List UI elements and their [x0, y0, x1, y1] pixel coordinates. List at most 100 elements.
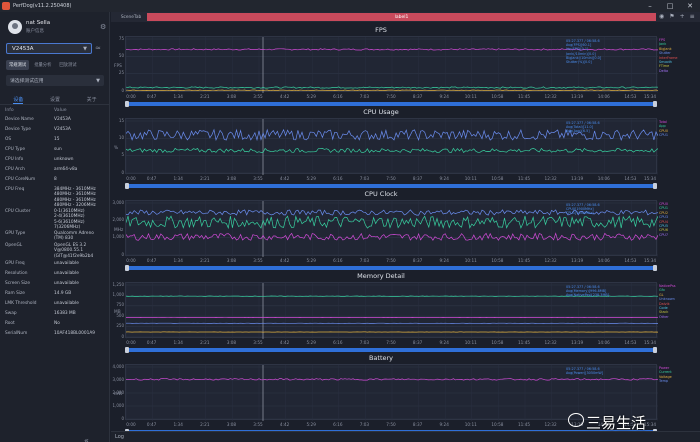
x-tick-label: 14:06 — [597, 94, 610, 99]
x-tick-label: 1:34 — [173, 422, 183, 427]
x-tick-label: 5:29 — [306, 340, 316, 345]
close-button[interactable]: ✕ — [680, 0, 700, 12]
user-block[interactable]: nat Sella 账户信息 ⚙ — [4, 18, 106, 40]
main-area: SceneTab label1 ◉ ⚑ + ≡ FPS FPS 75 50 25 0 05:… — [111, 12, 700, 442]
tab-settings[interactable]: 设置 — [50, 93, 60, 104]
legend-item[interactable]: CPU1 — [659, 133, 699, 137]
tab-replay-test[interactable]: 回放测试 — [56, 60, 79, 70]
y-tick-label: 500 — [116, 312, 124, 318]
x-axis: 0:00 0:47 1:34 2:21 3:08 3:55 4:42 5:29 6:16 7:03… — [125, 340, 657, 346]
x-tick-label: 7:50 — [386, 422, 396, 427]
wifi-icon[interactable]: ≈ — [95, 44, 101, 52]
settings-gear-icon[interactable]: ⚙ — [100, 23, 106, 31]
x-tick-label: 10:11 — [464, 340, 477, 345]
chart-title: CPU Clock — [364, 190, 398, 198]
plot-area[interactable]: 05:27.377 / 06:58.6 Avg(Memory)[996.8MB] A… — [125, 282, 658, 339]
collapse-panel-icon[interactable]: « — [84, 436, 89, 442]
x-tick-label: 3:55 — [253, 176, 263, 181]
add-icon[interactable]: + — [680, 13, 685, 20]
x-tick-label: 14:06 — [597, 340, 610, 345]
plot-area[interactable]: 05:27.377 / 06:58.6 CPU0[1900MHz] CPU1[105… — [125, 200, 658, 257]
x-tick-label: 7:03 — [359, 340, 370, 345]
chart-legend: FPS Jank BigJank Stutter InterFrame Smooth FTi… — [659, 38, 699, 73]
x-tick-label: 7:50 — [386, 176, 396, 181]
device-select[interactable]: V2453A ▼ — [6, 43, 92, 54]
legend-item[interactable]: Delta — [659, 69, 699, 73]
chart-panel-2: CPU Clock MHz 3,000 2,000 1,000 0 05:27.377 / … — [111, 188, 700, 271]
left-panel: nat Sella 账户信息 ⚙ V2453A ▼ ≈ 常规测试 批量分析 回放… — [0, 12, 110, 442]
x-tick-label: 0:00 — [126, 340, 136, 345]
tooltip-line: Avg(App)[6.5] — [566, 129, 590, 134]
plot-area[interactable]: 05:27.377 / 06:58.6 Avg(Total)[11.0] Avg(A… — [125, 118, 658, 175]
x-tick-label: 10:58 — [491, 258, 504, 263]
avatar[interactable] — [8, 20, 22, 34]
tooltip-line: Stutter(%)[0.0] — [566, 60, 592, 65]
legend-item[interactable]: Other — [659, 315, 699, 319]
x-tick-label: 8:37 — [412, 340, 423, 345]
x-tick-label: 1:34 — [173, 258, 183, 263]
x-tick-label: 1:34 — [173, 94, 183, 99]
y-tick-label: 4,000 — [112, 363, 124, 369]
info-value: OpenGL ES 3.2 V@0800.55.1 (GIT@41f2e9b2b… — [54, 243, 94, 259]
chart-title: FPS — [375, 26, 387, 34]
scene-tab[interactable]: SceneTab — [117, 13, 145, 21]
info-key: CPU Cluster — [5, 209, 31, 214]
plot-area[interactable]: 05:27.377 / 06:58.6 Avg(Power)[3050mW] — [125, 364, 658, 421]
x-tick-label: 10:11 — [464, 94, 477, 99]
info-key: OpenGL — [5, 243, 23, 248]
tab-normal-test[interactable]: 常规测试 — [6, 60, 30, 70]
chart-title: Battery — [368, 354, 394, 362]
y-tick-label: 0 — [121, 333, 124, 339]
info-key: GPU Type — [5, 231, 26, 236]
x-tick-label: 4:42 — [279, 94, 290, 99]
x-tick-label: 8:37 — [412, 422, 423, 427]
x-tick-label: 10:11 — [464, 422, 477, 427]
info-key: Device Type — [5, 127, 31, 132]
maximize-button[interactable]: □ — [660, 0, 680, 12]
plot-area[interactable]: 05:27.377 / 06:58.6 Avg(FPS)[60.1] Var(FPS… — [125, 36, 658, 93]
x-tick-label: 13:19 — [571, 94, 584, 99]
app-select[interactable]: 请选择测试应用 ▼ — [6, 75, 104, 86]
tooltip-line: Avg(NativePss)[238.3MB] — [566, 293, 610, 298]
x-tick-label: 9:24 — [439, 422, 449, 427]
flag-icon[interactable]: ⚑ — [669, 13, 674, 20]
chart-legend: CPU0 CPU1 CPU2 CPU3 CPU4 CPU5 CPU6 CPU7 — [659, 202, 699, 237]
x-tick-label: 5:29 — [306, 422, 316, 427]
y-tick-label: 1,000 — [112, 234, 124, 240]
legend-item[interactable]: Temp — [659, 379, 699, 383]
chart-title: Memory Detail — [357, 272, 405, 280]
info-value: unknown — [54, 157, 74, 162]
x-tick-label: 11:45 — [517, 94, 531, 99]
chart-tooltip: 05:27.377 / 06:58.6 CPU0[1900MHz] CPU1[105… — [566, 203, 600, 216]
tab-about[interactable]: 关于 — [87, 93, 97, 104]
y-tick-label: 2,000 — [112, 389, 124, 395]
x-tick-label: 2:21 — [200, 422, 210, 427]
x-tick-label: 7:03 — [359, 258, 370, 263]
label-bar[interactable]: label1 — [147, 13, 656, 21]
tab-device[interactable]: 设备 — [13, 93, 24, 104]
x-tick-label: 12:32 — [544, 258, 557, 263]
x-tick-label: 5:29 — [306, 258, 316, 263]
info-value: unavailable — [54, 261, 79, 266]
list-icon[interactable]: ≡ — [690, 13, 695, 20]
account-info-link[interactable]: 账户信息 — [26, 28, 44, 34]
x-tick-label: 14:06 — [597, 258, 610, 263]
info-key: SerialNum — [5, 331, 28, 336]
x-tick-label: 9:24 — [439, 340, 449, 345]
info-key: CPU Arch — [5, 167, 25, 172]
minimize-button[interactable]: – — [640, 0, 660, 12]
chart-tooltip: 05:27.377 / 06:58.6 Avg(Total)[11.0] Avg(A… — [566, 121, 600, 134]
chart-panel-0: FPS FPS 75 50 25 0 05:27.377 / 06:58.6 Avg(FPS)… — [111, 24, 700, 107]
x-tick-label: 7:03 — [359, 176, 370, 181]
info-value: V2453A — [54, 127, 71, 132]
x-tick-label: 4:42 — [279, 258, 290, 263]
x-tick-label: 15:34 — [643, 94, 657, 99]
x-tick-label: 6:16 — [333, 258, 343, 263]
scene-bar: SceneTab label1 ◉ ⚑ + ≡ — [111, 12, 700, 22]
location-icon[interactable]: ◉ — [659, 13, 664, 20]
x-tick-label: 11:45 — [517, 176, 531, 181]
legend-item[interactable]: CPU7 — [659, 233, 699, 237]
y-tick-label: 15 — [118, 117, 124, 123]
tab-batch-analysis[interactable]: 批量分析 — [31, 60, 54, 70]
info-value: unavailable — [54, 281, 79, 286]
